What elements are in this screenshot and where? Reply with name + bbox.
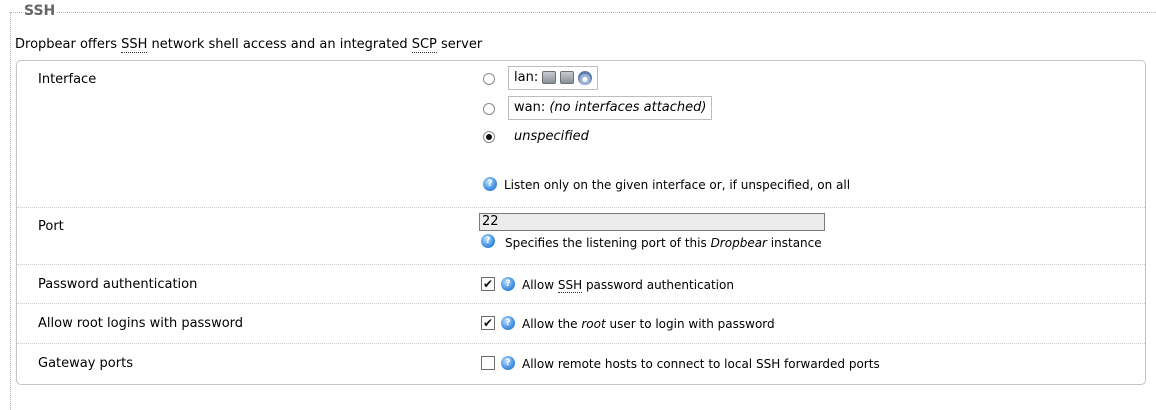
port-input[interactable]: 22: [479, 213, 825, 231]
root-login-hint: Allow the root user to login with passwo…: [522, 317, 775, 331]
scp-abbr: SCP: [411, 37, 437, 53]
port-control: 22 ? Specifies the listening port of thi…: [463, 208, 1103, 265]
interface-label: Interface: [38, 72, 97, 87]
port-row: Port 22 ? Specifies the listening port o…: [17, 208, 1145, 265]
gateway-ports-row: Gateway ports ? Allow remote hosts to co…: [17, 344, 1145, 384]
ssh-abbr: SSH: [121, 37, 148, 53]
help-icon: ?: [481, 234, 495, 248]
password-auth-checkbox[interactable]: ✔: [481, 277, 495, 291]
port-hint: Specifies the listening port of this Dro…: [505, 236, 822, 250]
interface-option-lan[interactable]: lan:: [508, 66, 599, 90]
gateway-ports-hint: Allow remote hosts to connect to local S…: [522, 357, 880, 371]
password-auth-row: Password authentication ✔ ? Allow SSH pa…: [17, 265, 1145, 304]
lan-name: lan:: [514, 70, 539, 85]
password-auth-control: ✔ ? Allow SSH password authentication: [479, 265, 1119, 304]
interface-option-unspecified[interactable]: unspecified: [514, 129, 589, 144]
interface-radio-wan[interactable]: [483, 103, 495, 115]
wan-detail: (no interfaces attached): [549, 100, 707, 115]
root-login-checkbox[interactable]: ✔: [481, 316, 495, 330]
settings-table: Interface lan: wan: (no interfaces attac…: [16, 60, 1146, 385]
interface-row: Interface lan: wan: (no interfaces attac…: [17, 61, 1145, 208]
help-icon: ?: [483, 177, 497, 191]
interface-radio-lan[interactable]: [483, 73, 495, 85]
wan-name: wan:: [514, 100, 546, 115]
gateway-ports-checkbox[interactable]: [481, 356, 495, 370]
interface-options: lan: wan: (no interfaces attached) unspe…: [479, 61, 1119, 208]
root-login-row: Allow root logins with password ✔ ? Allo…: [17, 304, 1145, 344]
help-icon: ?: [501, 316, 515, 330]
gateway-ports-label: Gateway ports: [38, 356, 133, 371]
gateway-ports-control: ? Allow remote hosts to connect to local…: [479, 344, 1119, 384]
interface-option-wan[interactable]: wan: (no interfaces attached): [508, 96, 713, 120]
interface-radio-unspecified[interactable]: [483, 131, 495, 143]
ethernet-icon: [560, 71, 575, 84]
password-auth-hint: Allow SSH password authentication: [522, 278, 734, 293]
interface-hint: Listen only on the given interface or, i…: [504, 178, 851, 192]
root-login-label: Allow root logins with password: [38, 316, 244, 331]
password-auth-label: Password authentication: [38, 277, 198, 292]
root-login-control: ✔ ? Allow the root user to login with pa…: [479, 304, 1119, 344]
help-icon: ?: [501, 356, 515, 370]
section-description: Dropbear offers SSH network shell access…: [15, 37, 483, 53]
port-label: Port: [38, 219, 64, 234]
wireless-icon: [578, 70, 593, 85]
section-title: SSH: [22, 3, 58, 19]
ethernet-icon: [542, 71, 557, 84]
help-icon: ?: [501, 277, 515, 291]
